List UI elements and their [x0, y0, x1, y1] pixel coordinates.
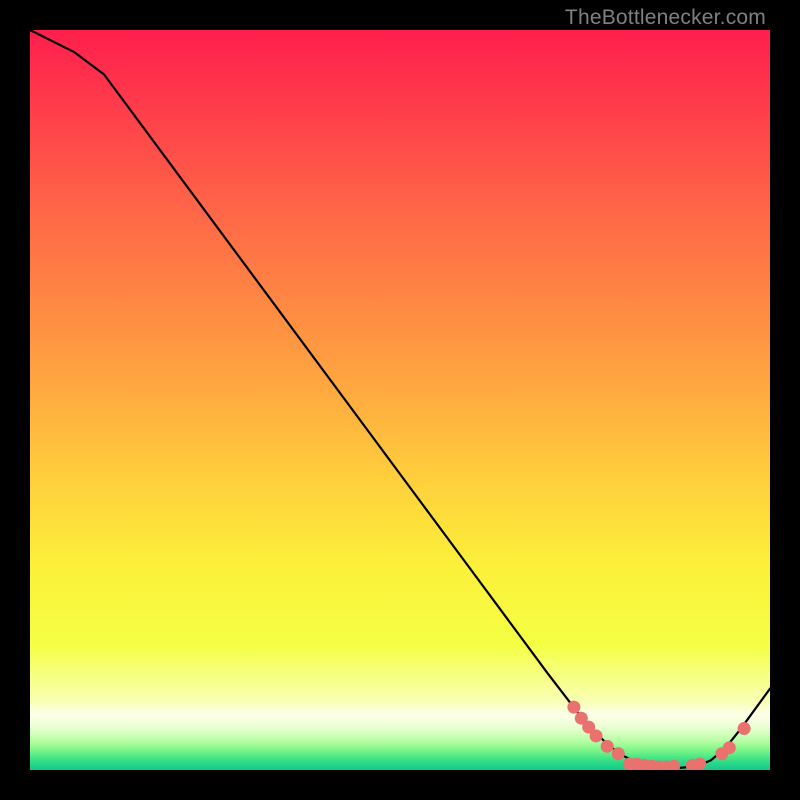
marker-dot — [590, 729, 603, 742]
curve-line — [30, 30, 770, 768]
marker-dot — [738, 722, 751, 735]
marker-dots — [567, 701, 750, 770]
marker-dot — [567, 701, 580, 714]
marker-dot — [612, 747, 625, 760]
chart-overlay — [30, 30, 770, 770]
marker-dot — [601, 740, 614, 753]
chart-root: TheBottlenecker.com — [0, 0, 800, 800]
plot-area — [30, 30, 770, 770]
watermark-text: TheBottlenecker.com — [565, 6, 766, 30]
marker-dot — [723, 741, 736, 754]
marker-dot — [693, 758, 706, 770]
